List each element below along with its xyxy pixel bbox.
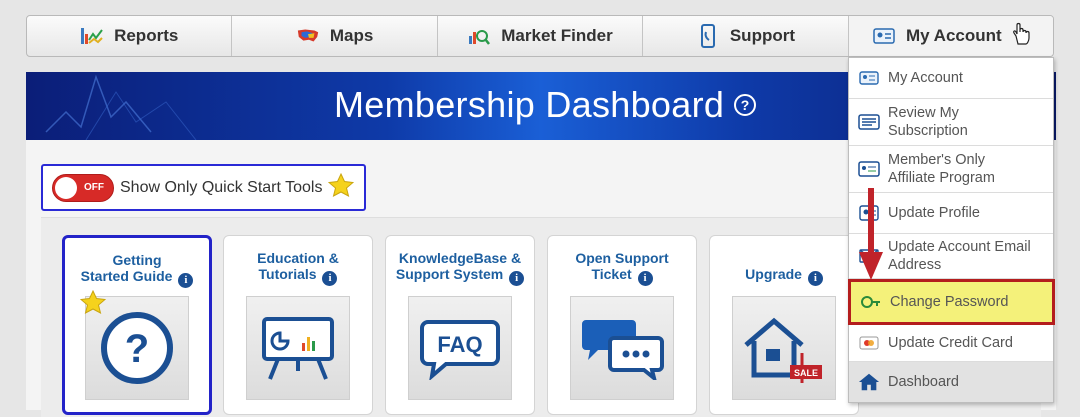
quick-start-filter: OFF Show Only Quick Start Tools	[41, 164, 366, 211]
hand-cursor-icon	[1012, 22, 1030, 51]
nav-my-account[interactable]: My Account	[848, 16, 1053, 56]
tool-upgrade[interactable]: Upgrade i SALE	[709, 235, 859, 415]
info-icon[interactable]: i	[807, 270, 823, 286]
tool-title-line1: Education &	[257, 250, 339, 266]
dropdown-item-label: My Account	[888, 70, 963, 86]
dropdown-item-label: Update Account Email Address	[888, 239, 1031, 273]
account-card-icon	[872, 25, 896, 47]
tool-title-line2: Started Guide	[80, 268, 173, 284]
tool-title-line2: Support System	[395, 266, 504, 282]
nav-support-label: Support	[729, 26, 795, 45]
info-icon[interactable]: i	[178, 272, 194, 288]
tool-title: Getting Started Guide i	[65, 252, 209, 288]
info-icon[interactable]: i	[637, 270, 653, 286]
us-map-icon	[296, 25, 320, 47]
dropdown-item-label: Review My Subscription	[888, 105, 968, 139]
page-title-text: Membership Dashboard	[334, 84, 725, 125]
nav-maps-label: Maps	[329, 26, 374, 45]
dropdown-item-dashboard[interactable]: Dashboard	[849, 362, 1053, 402]
svg-text:?: ?	[125, 327, 149, 371]
star-icon	[79, 289, 107, 319]
toggle-state: OFF	[84, 181, 104, 193]
dropdown-item-my-account[interactable]: My Account	[849, 58, 1053, 99]
dropdown-item-label: Update Profile	[888, 205, 980, 221]
house-sale-icon: SALE	[732, 296, 836, 400]
nav-reports-label: Reports	[114, 26, 179, 45]
sale-sign-text: SALE	[794, 368, 818, 378]
info-icon[interactable]: i	[322, 270, 338, 286]
phone-icon	[696, 24, 720, 48]
dropdown-item-label: Update Credit Card	[888, 335, 1013, 351]
nav-market-finder[interactable]: Market Finder	[438, 16, 644, 56]
quick-start-toggle[interactable]: OFF	[52, 173, 114, 202]
help-icon[interactable]: ?	[734, 94, 757, 116]
nav-market-finder-label: Market Finder	[501, 26, 613, 45]
faq-text: FAQ	[437, 332, 482, 357]
reports-chart-icon	[80, 25, 104, 47]
password-key-icon	[860, 293, 882, 311]
dropdown-item-label: Change Password	[890, 294, 1009, 310]
dropdown-item-update-credit-card[interactable]: Update Credit Card	[849, 325, 1053, 362]
account-card-icon	[858, 69, 880, 87]
top-navigation: Reports Maps Market Finder Support My Ac…	[26, 15, 1054, 57]
tool-title: Education & Tutorials i	[224, 250, 372, 286]
quick-start-label: Show Only Quick Start Tools	[120, 178, 323, 196]
tool-knowledgebase-support[interactable]: KnowledgeBase & Support System i FAQ	[385, 235, 535, 415]
home-icon	[858, 373, 880, 391]
page-title: Membership Dashboard ?	[334, 84, 757, 126]
red-arrow-icon	[859, 188, 883, 280]
nav-my-account-label: My Account	[905, 26, 1002, 45]
tool-title-line1: Open Support	[575, 250, 669, 266]
toggle-knob	[55, 176, 77, 199]
nav-support[interactable]: Support	[643, 16, 849, 56]
chat-bubbles-icon	[570, 296, 674, 400]
tool-education-tutorials[interactable]: Education & Tutorials i	[223, 235, 373, 415]
market-finder-icon	[467, 25, 491, 47]
nav-reports[interactable]: Reports	[27, 16, 233, 56]
tool-title: Open Support Ticket i	[548, 250, 696, 286]
tool-title: KnowledgeBase & Support System i	[386, 250, 534, 286]
dropdown-item-review-subscription[interactable]: Review My Subscription	[849, 99, 1053, 146]
affiliate-card-icon	[858, 160, 880, 178]
star-icon	[328, 172, 355, 202]
tool-open-support-ticket[interactable]: Open Support Ticket i	[547, 235, 697, 415]
dropdown-item-label: Member's Only Affiliate Program	[888, 152, 995, 186]
tool-title-line2: Ticket	[591, 266, 632, 282]
tool-title-line2: Upgrade	[745, 266, 802, 282]
tool-title: Upgrade i	[710, 250, 858, 286]
tool-title-line1: Getting	[112, 252, 162, 268]
subscription-list-icon	[858, 113, 880, 131]
tool-title-line2: Tutorials	[258, 266, 317, 282]
faq-bubble-icon: FAQ	[408, 296, 512, 400]
presentation-board-icon	[246, 296, 350, 400]
credit-card-icon	[858, 334, 880, 352]
dropdown-item-change-password[interactable]: Change Password	[848, 279, 1055, 325]
tool-getting-started-guide[interactable]: Getting Started Guide i ?	[62, 235, 212, 415]
dropdown-item-label: Dashboard	[888, 374, 959, 390]
info-icon[interactable]: i	[509, 270, 525, 286]
tool-title-line1: KnowledgeBase &	[398, 250, 522, 266]
nav-maps[interactable]: Maps	[232, 16, 438, 56]
